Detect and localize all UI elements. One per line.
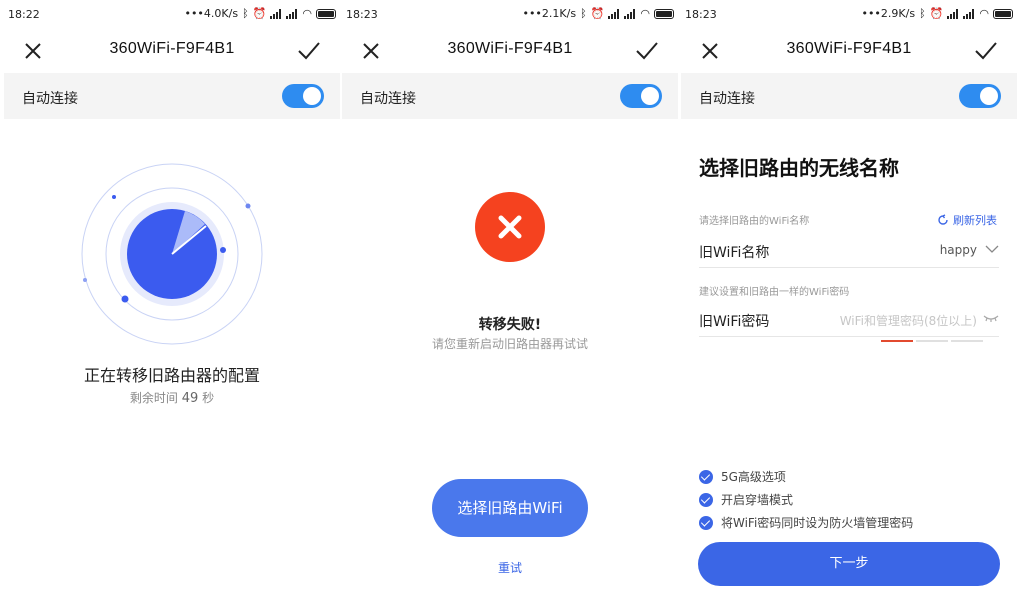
battery-icon [316, 8, 336, 19]
auto-connect-toggle[interactable] [959, 84, 1001, 108]
ssid-label: 旧WiFi名称 [699, 245, 770, 261]
option-label: 5G高级选项 [721, 470, 786, 484]
title-bar: 360WiFi-F9F4B1 [4, 30, 340, 72]
signal-icon-2 [286, 8, 298, 19]
password-strength-bar-2 [916, 340, 948, 342]
battery-icon [993, 8, 1013, 19]
password-hint: 建议设置和旧路由一样的WiFi密码 [699, 287, 850, 298]
password-label: 旧WiFi密码 [699, 314, 770, 330]
auto-connect-toggle[interactable] [282, 84, 324, 108]
chevron-down-icon [985, 245, 999, 253]
page-title: 360WiFi-F9F4B1 [109, 40, 235, 57]
screen-transfer-failed: 18:23 •••2.1K/s ᛒ ⏰ ◠ 360WiFi-F9F4B1 自动连… [342, 0, 678, 603]
ssid-value: happy [939, 243, 977, 257]
password-strength-bar-3 [951, 340, 983, 342]
wifi-icon: ◠ [640, 7, 650, 20]
option-label: 将WiFi密码同时设为防火墙管理密码 [721, 516, 914, 530]
auto-connect-row: 自动连接 [681, 73, 1017, 119]
signal-icon-2 [624, 8, 636, 19]
error-title: 转移失败! [478, 317, 542, 333]
option-same-admin-password[interactable]: 将WiFi密码同时设为防火墙管理密码 [699, 514, 913, 531]
checkbox-checked-icon [699, 515, 713, 530]
refresh-label: 刷新列表 [953, 214, 997, 227]
auto-connect-label: 自动连接 [22, 91, 78, 107]
status-bar: 18:22 •••4.0K/s ᛒ ⏰ ◠ [4, 0, 340, 30]
auto-connect-label: 自动连接 [699, 91, 755, 107]
status-bar: 18:23 •••2.1K/s ᛒ ⏰ ◠ [342, 0, 678, 30]
wifi-icon: ◠ [979, 7, 989, 20]
eye-closed-icon[interactable] [983, 313, 999, 323]
radar-progress-icon [81, 163, 263, 345]
auto-connect-toggle[interactable] [620, 84, 662, 108]
refresh-icon [938, 214, 948, 225]
title-bar: 360WiFi-F9F4B1 [342, 30, 678, 72]
error-icon [475, 192, 545, 262]
status-time: 18:23 [685, 8, 717, 21]
checkbox-checked-icon [699, 492, 713, 507]
refresh-list-button[interactable]: 刷新列表 [937, 212, 997, 228]
status-bar: 18:23 •••2.9K/s ᛒ ⏰ ◠ [681, 0, 1017, 30]
next-button[interactable]: 下一步 [698, 542, 1000, 586]
error-subtitle: 请您重新启动旧路由器再试试 [431, 337, 588, 351]
ssid-hint: 请选择旧路由的WiFi名称 [699, 216, 810, 227]
password-placeholder: WiFi和管理密码(8位以上) [839, 314, 977, 328]
screen-select-ssid: 18:23 •••2.9K/s ᛒ ⏰ ◠ 360WiFi-F9F4B1 自动连… [681, 0, 1017, 603]
signal-icon-2 [963, 8, 975, 19]
alarm-icon: ⏰ [252, 7, 267, 20]
ssid-select[interactable]: 旧WiFi名称 happy [699, 234, 999, 268]
network-speed: •••4.0K/s [184, 7, 239, 20]
remaining-time: 剩余时间 49 秒 [129, 391, 215, 406]
battery-icon [654, 8, 674, 19]
screen-transferring: 18:22 •••4.0K/s ᛒ ⏰ ◠ 360WiFi-F9F4B1 自动连… [4, 0, 340, 603]
auto-connect-row: 自动连接 [4, 73, 340, 119]
bluetooth-icon: ᛒ [580, 7, 587, 20]
password-field[interactable]: 旧WiFi密码 WiFi和管理密码(8位以上) [699, 303, 999, 337]
transfer-status-title: 正在转移旧路由器的配置 [83, 366, 260, 385]
checkmark-icon[interactable] [296, 38, 322, 64]
option-wall-penetration[interactable]: 开启穿墙模式 [699, 491, 793, 508]
option-label: 开启穿墙模式 [721, 493, 794, 507]
remaining-seconds: 49 [181, 391, 199, 406]
retry-link[interactable]: 重试 [342, 559, 678, 576]
select-old-router-wifi-button[interactable]: 选择旧路由WiFi [432, 479, 588, 537]
signal-icon [270, 8, 282, 19]
alarm-icon: ⏰ [590, 7, 605, 20]
bluetooth-icon: ᛒ [242, 7, 249, 20]
checkmark-icon[interactable] [973, 38, 999, 64]
auto-connect-row: 自动连接 [342, 73, 678, 119]
signal-icon [947, 8, 959, 19]
page-title: 360WiFi-F9F4B1 [786, 40, 912, 57]
title-bar: 360WiFi-F9F4B1 [681, 30, 1017, 72]
signal-icon [608, 8, 620, 19]
status-time: 18:23 [346, 8, 378, 21]
checkmark-icon[interactable] [634, 38, 660, 64]
network-speed: •••2.9K/s [861, 7, 916, 20]
bluetooth-icon: ᛒ [919, 7, 926, 20]
page-title: 360WiFi-F9F4B1 [447, 40, 573, 57]
option-5g-advanced[interactable]: 5G高级选项 [699, 468, 786, 485]
wifi-icon: ◠ [302, 7, 312, 20]
section-heading: 选择旧路由的无线名称 [699, 156, 899, 180]
auto-connect-label: 自动连接 [360, 91, 416, 107]
status-time: 18:22 [8, 8, 40, 21]
checkbox-checked-icon [699, 469, 713, 484]
network-speed: •••2.1K/s [522, 7, 577, 20]
password-strength-bar-1 [881, 340, 913, 342]
alarm-icon: ⏰ [929, 7, 944, 20]
